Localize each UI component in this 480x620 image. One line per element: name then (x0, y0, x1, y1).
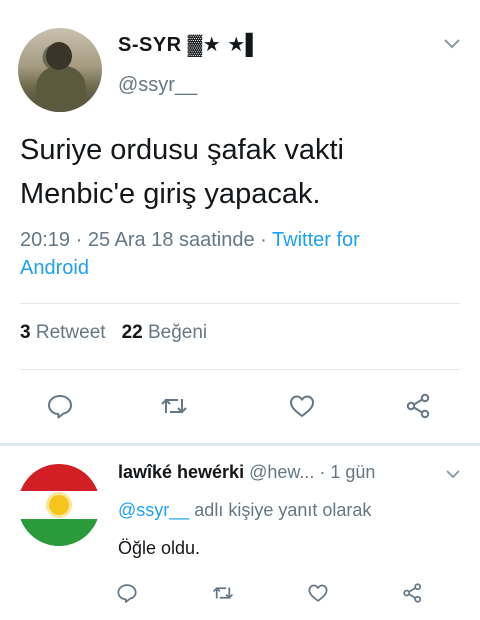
chevron-down-icon[interactable] (444, 466, 462, 482)
tweet-stats: 3 Retweet 22 Beğeni (20, 322, 207, 344)
like-stat[interactable]: 22 Beğeni (122, 322, 208, 343)
tweet-text-line: Suriye ordusu şafak vakti (20, 134, 344, 166)
reply-tweet[interactable]: lawîké hewérki @hew... · 1 gün @ssyr__ a… (0, 446, 480, 620)
source-link[interactable]: Twitter for (272, 229, 360, 251)
timestamp: · 1 gün (314, 462, 376, 482)
flag-stripe-green (18, 519, 100, 546)
retweet-stat[interactable]: 3 Retweet (20, 322, 106, 343)
main-tweet: S-SYR ▓★ ★▌ @ssyr__ Suriye ordusu şafak … (0, 0, 480, 445)
retweet-count: 3 (20, 322, 31, 343)
reply-icon[interactable] (116, 582, 138, 604)
replying-to: @ssyr__ adlı kişiye yanıt olarak (118, 500, 371, 521)
avatar-figure-body (36, 66, 86, 112)
retweet-icon[interactable] (160, 392, 188, 420)
flag-stripe-red (18, 464, 100, 491)
display-name[interactable]: S-SYR ▓★ ★▌ (118, 32, 260, 57)
tweet-text: Suriye ordusu şafak vakti Menbic'e giriş… (20, 128, 460, 216)
display-name[interactable]: lawîké hewérki (118, 462, 244, 482)
reply-to-handle[interactable]: @ssyr__ (118, 500, 189, 520)
reply-actions (0, 582, 480, 608)
like-icon[interactable] (307, 582, 329, 604)
avatar[interactable] (18, 464, 100, 546)
reply-header: lawîké hewérki @hew... · 1 gün (118, 462, 375, 483)
reply-icon[interactable] (46, 392, 74, 420)
like-count: 22 (121, 322, 143, 343)
avatar-figure-head (46, 42, 72, 70)
timestamp: 20:19 · 25 Ara 18 saatinde · (20, 229, 273, 251)
reply-text: Öğle oldu. (118, 538, 201, 558)
like-label: Beğeni (147, 322, 208, 343)
tweet-metadata: 20:19 · 25 Ara 18 saatinde · Twitter for… (20, 226, 460, 282)
avatar[interactable] (18, 28, 102, 112)
user-handle[interactable]: @hew... (249, 462, 314, 482)
tweet-text-line: Menbic'e giriş yapacak. (20, 178, 321, 210)
share-icon[interactable] (405, 392, 433, 420)
chevron-down-icon[interactable] (440, 34, 464, 54)
user-handle[interactable]: @ssyr__ (118, 74, 197, 97)
reply-to-suffix: adlı kişiye yanıt olarak (189, 500, 372, 520)
tweet-actions (0, 392, 480, 424)
divider (20, 369, 460, 370)
retweet-label: Retweet (35, 322, 106, 343)
source-link[interactable]: Android (20, 257, 89, 279)
share-icon[interactable] (402, 582, 424, 604)
flag-sun-icon (49, 495, 69, 515)
divider (20, 303, 460, 304)
like-icon[interactable] (288, 392, 316, 420)
retweet-icon[interactable] (212, 582, 234, 604)
